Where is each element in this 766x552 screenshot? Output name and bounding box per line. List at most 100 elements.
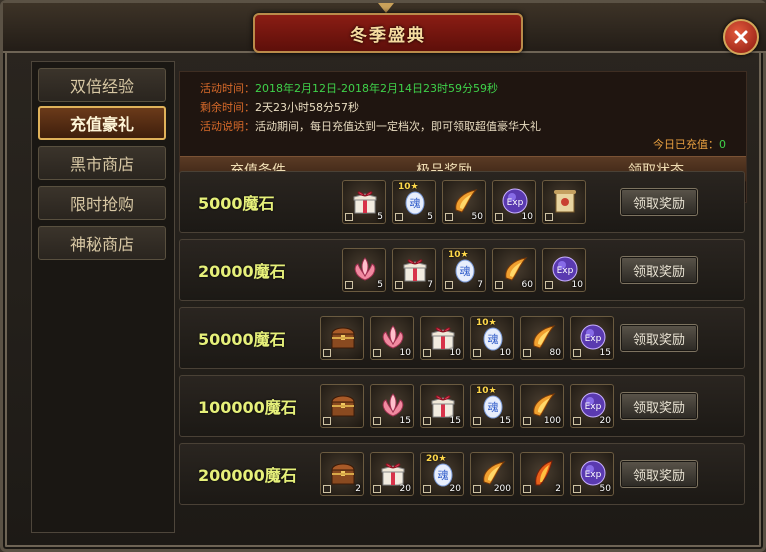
- item-count: 10: [499, 348, 511, 358]
- reward-items: 5 魂 10★ 5 50 Exp 10: [342, 180, 586, 226]
- remaining-time-value: 2天23小时58分57秒: [255, 101, 359, 114]
- reward-item-slot[interactable]: 10: [370, 316, 414, 360]
- title-plate: 冬季盛典: [253, 13, 523, 53]
- remaining-time-label: 剩余时间：: [200, 101, 255, 114]
- sidebar-item-flash-sale[interactable]: 限时抢购: [38, 186, 166, 220]
- reward-row: 50000魔石 10 10 魂 10★ 10 80 Exp 15 领取奖励: [179, 307, 745, 369]
- item-count: 15: [499, 416, 511, 426]
- reward-row: 5000魔石 5 魂 10★ 5 50 Exp 10 领取奖励: [179, 171, 745, 233]
- reward-item-slot[interactable]: Exp 10: [492, 180, 536, 224]
- event-description-value: 活动期间，每日充值达到一定档次，即可领取超值豪华大礼: [255, 120, 541, 133]
- reward-item-slot[interactable]: 魂 10★ 7: [442, 248, 486, 292]
- item-count: 5: [377, 280, 383, 290]
- reward-item-slot[interactable]: 7: [392, 248, 436, 292]
- claim-reward-button[interactable]: 领取奖励: [620, 392, 698, 420]
- event-window: 冬季盛典 双倍经验 充值豪礼 黑市商店 限时抢购 神秘商店 活动时间：2018年…: [0, 0, 766, 552]
- reward-item-slot[interactable]: Exp 50: [570, 452, 614, 496]
- reward-item-slot[interactable]: Exp 20: [570, 384, 614, 428]
- bound-lock-icon: [573, 417, 581, 425]
- sidebar-item-black-market[interactable]: 黑市商店: [38, 146, 166, 180]
- reward-item-slot[interactable]: 魂 20★ 20: [420, 452, 464, 496]
- item-count: 5: [427, 212, 433, 222]
- claim-reward-button[interactable]: 领取奖励: [620, 256, 698, 284]
- item-count: 15: [449, 416, 461, 426]
- bound-lock-icon: [473, 349, 481, 357]
- bound-lock-icon: [323, 349, 331, 357]
- bound-lock-icon: [473, 485, 481, 493]
- reward-item-slot[interactable]: 60: [492, 248, 536, 292]
- item-count: 15: [599, 348, 611, 358]
- reward-item-slot[interactable]: 200: [470, 452, 514, 496]
- sidebar-item-label: 神秘商店: [69, 235, 134, 254]
- main-content: 活动时间：2018年2月12日-2018年2月14日23时59分59秒 剩余时间…: [179, 61, 747, 531]
- item-count: 15: [399, 416, 411, 426]
- reward-item-slot[interactable]: 15: [370, 384, 414, 428]
- close-icon: [734, 30, 748, 44]
- bound-lock-icon: [495, 281, 503, 289]
- close-button[interactable]: [723, 19, 759, 55]
- reward-item-slot[interactable]: [320, 384, 364, 428]
- title-ornament-icon: [378, 3, 394, 13]
- svg-text:Exp: Exp: [507, 198, 524, 208]
- reward-item-slot[interactable]: 魂 10★ 10: [470, 316, 514, 360]
- bound-lock-icon: [345, 281, 353, 289]
- svg-text:魂: 魂: [488, 401, 499, 414]
- reward-item-slot[interactable]: 80: [520, 316, 564, 360]
- svg-text:魂: 魂: [488, 333, 499, 346]
- reward-item-slot[interactable]: 15: [420, 384, 464, 428]
- reward-item-slot[interactable]: Exp 15: [570, 316, 614, 360]
- claim-reward-button[interactable]: 领取奖励: [620, 188, 698, 216]
- item-count: 7: [477, 280, 483, 290]
- reward-item-slot[interactable]: 20: [370, 452, 414, 496]
- bound-lock-icon: [523, 349, 531, 357]
- reward-item-slot[interactable]: 魂 10★ 15: [470, 384, 514, 428]
- bound-lock-icon: [523, 485, 531, 493]
- reward-item-slot[interactable]: [320, 316, 364, 360]
- reward-row: 200000魔石 2 20 魂 20★ 20 200 2 Exp 50 领取奖励: [179, 443, 745, 505]
- treasure-chest-icon: [328, 322, 358, 352]
- reward-item-slot[interactable]: 魂 10★ 5: [392, 180, 436, 224]
- recharge-amount: 100000魔石: [198, 398, 297, 417]
- sidebar-item-double-exp[interactable]: 双倍经验: [38, 68, 166, 102]
- title-bar: 冬季盛典: [3, 3, 766, 55]
- item-star-level: 20★: [426, 454, 447, 464]
- reward-item-slot[interactable]: 5: [342, 248, 386, 292]
- item-star-level: 10★: [398, 182, 419, 192]
- treasure-chest-icon: [328, 390, 358, 420]
- today-recharged-value: 0: [719, 138, 726, 151]
- item-star-level: 10★: [448, 250, 469, 260]
- sidebar-item-mystery-shop[interactable]: 神秘商店: [38, 226, 166, 260]
- bound-lock-icon: [495, 213, 503, 221]
- reward-items: 2 20 魂 20★ 20 200 2 Exp 50: [320, 452, 614, 498]
- reward-item-slot[interactable]: 100: [520, 384, 564, 428]
- event-time-value: 2018年2月12日-2018年2月14日23时59分59秒: [255, 82, 498, 95]
- reward-row: 100000魔石 15 15 魂 10★ 15 100 Exp 20 领取奖励: [179, 375, 745, 437]
- bound-lock-icon: [473, 417, 481, 425]
- reward-items: 5 7 魂 10★ 7 60 Exp 10: [342, 248, 586, 294]
- reward-items: 15 15 魂 10★ 15 100 Exp 20: [320, 384, 614, 430]
- reward-item-slot[interactable]: 50: [442, 180, 486, 224]
- svg-text:Exp: Exp: [557, 266, 574, 276]
- bound-lock-icon: [445, 213, 453, 221]
- claim-reward-button[interactable]: 领取奖励: [620, 460, 698, 488]
- bound-lock-icon: [373, 417, 381, 425]
- reward-item-slot[interactable]: Exp 10: [542, 248, 586, 292]
- sidebar: 双倍经验 充值豪礼 黑市商店 限时抢购 神秘商店: [31, 61, 175, 533]
- recharge-amount: 20000魔石: [198, 262, 286, 281]
- reward-item-slot[interactable]: 5: [342, 180, 386, 224]
- reward-item-slot[interactable]: 10: [420, 316, 464, 360]
- sidebar-item-recharge-gift[interactable]: 充值豪礼: [38, 106, 166, 140]
- event-description-label: 活动说明：: [200, 120, 255, 133]
- window-title: 冬季盛典: [350, 25, 426, 46]
- reward-item-slot[interactable]: [542, 180, 586, 224]
- item-count: 2: [355, 484, 361, 494]
- claim-reward-button[interactable]: 领取奖励: [620, 324, 698, 352]
- item-count: 10: [571, 280, 583, 290]
- svg-text:魂: 魂: [410, 197, 421, 210]
- reward-item-slot[interactable]: 2: [520, 452, 564, 496]
- recharge-amount: 5000魔石: [198, 194, 275, 213]
- reward-item-slot[interactable]: 2: [320, 452, 364, 496]
- fire-feather-icon: [528, 458, 558, 488]
- item-count: 10: [399, 348, 411, 358]
- event-description-line: 活动说明：活动期间，每日充值达到一定档次，即可领取超值豪华大礼: [200, 118, 541, 134]
